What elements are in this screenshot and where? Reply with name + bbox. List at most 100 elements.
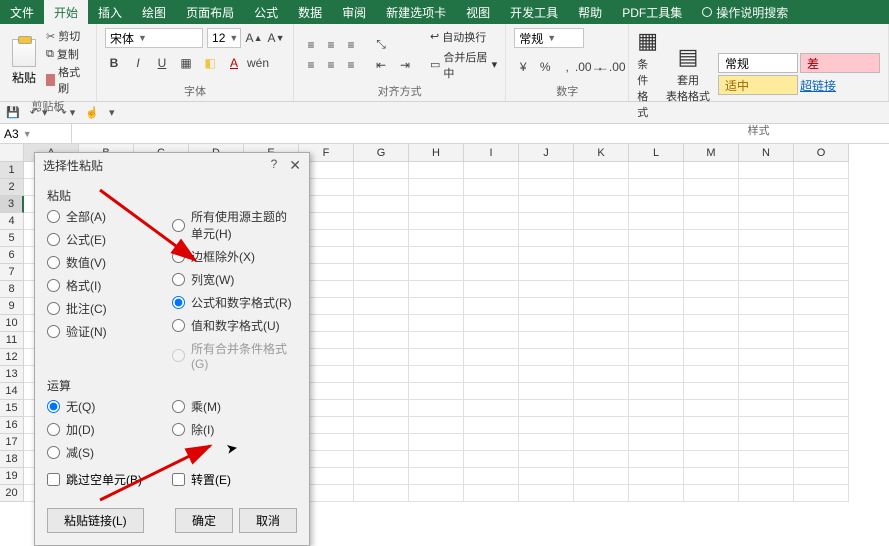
cell[interactable] bbox=[574, 349, 629, 366]
hyperlink-style[interactable]: 超链接 bbox=[800, 77, 836, 94]
font-name-combo[interactable]: 宋体▼ bbox=[105, 28, 203, 48]
cell[interactable] bbox=[354, 281, 409, 298]
radio-noborder[interactable]: 边框除外(X) bbox=[172, 248, 297, 265]
cell[interactable] bbox=[464, 383, 519, 400]
cell[interactable] bbox=[684, 298, 739, 315]
cell[interactable] bbox=[574, 434, 629, 451]
row-header[interactable]: 4 bbox=[0, 213, 24, 230]
cell[interactable] bbox=[519, 383, 574, 400]
radio-values[interactable]: 数值(V) bbox=[47, 254, 172, 271]
cell[interactable] bbox=[684, 451, 739, 468]
cell[interactable] bbox=[519, 434, 574, 451]
cell[interactable] bbox=[409, 298, 464, 315]
cell[interactable] bbox=[574, 264, 629, 281]
cell[interactable] bbox=[794, 196, 849, 213]
cell[interactable] bbox=[684, 247, 739, 264]
cell[interactable] bbox=[684, 434, 739, 451]
tab-review[interactable]: 审阅 bbox=[332, 0, 376, 24]
paste-button[interactable]: 粘贴 bbox=[8, 37, 40, 88]
cell[interactable] bbox=[464, 162, 519, 179]
radio-formats[interactable]: 格式(I) bbox=[47, 277, 172, 294]
cell[interactable] bbox=[629, 196, 684, 213]
cell[interactable] bbox=[464, 485, 519, 502]
cell[interactable] bbox=[629, 400, 684, 417]
column-header[interactable]: J bbox=[519, 144, 574, 162]
radio-formnum[interactable]: 公式和数字格式(R) bbox=[172, 294, 297, 311]
cell[interactable] bbox=[409, 162, 464, 179]
row-header[interactable]: 20 bbox=[0, 485, 24, 502]
cell[interactable] bbox=[684, 196, 739, 213]
cell[interactable] bbox=[684, 179, 739, 196]
cell[interactable] bbox=[739, 196, 794, 213]
cell[interactable] bbox=[684, 162, 739, 179]
cell[interactable] bbox=[684, 332, 739, 349]
row-header[interactable]: 15 bbox=[0, 400, 24, 417]
cell[interactable] bbox=[684, 383, 739, 400]
cell[interactable] bbox=[684, 485, 739, 502]
cell[interactable] bbox=[354, 230, 409, 247]
cell[interactable] bbox=[684, 281, 739, 298]
select-all-corner[interactable] bbox=[0, 144, 24, 162]
phonetic-button[interactable]: wén bbox=[249, 54, 267, 72]
style-ok[interactable]: 适中 bbox=[718, 75, 798, 95]
cell[interactable] bbox=[794, 179, 849, 196]
decrease-decimal-button[interactable]: ←.00 bbox=[602, 58, 620, 76]
merge-center-button[interactable]: ▭合并后居中 ▾ bbox=[430, 49, 497, 81]
cell[interactable] bbox=[354, 162, 409, 179]
cell[interactable] bbox=[354, 451, 409, 468]
cell[interactable] bbox=[794, 264, 849, 281]
cell[interactable] bbox=[464, 230, 519, 247]
cell[interactable] bbox=[739, 468, 794, 485]
row-header[interactable]: 7 bbox=[0, 264, 24, 281]
cell[interactable] bbox=[354, 315, 409, 332]
cell[interactable] bbox=[519, 162, 574, 179]
row-header[interactable]: 1 bbox=[0, 162, 24, 179]
cell[interactable] bbox=[354, 366, 409, 383]
cell[interactable] bbox=[574, 451, 629, 468]
cell[interactable] bbox=[629, 162, 684, 179]
row-header[interactable]: 13 bbox=[0, 366, 24, 383]
cell[interactable] bbox=[629, 264, 684, 281]
cell[interactable] bbox=[464, 468, 519, 485]
cell[interactable] bbox=[739, 230, 794, 247]
cell[interactable] bbox=[794, 383, 849, 400]
ok-button[interactable]: 确定 bbox=[175, 508, 233, 533]
cell[interactable] bbox=[519, 281, 574, 298]
tab-pdf[interactable]: PDF工具集 bbox=[612, 0, 692, 24]
cell[interactable] bbox=[739, 179, 794, 196]
comma-button[interactable]: , bbox=[558, 58, 576, 76]
column-header[interactable]: G bbox=[354, 144, 409, 162]
cell[interactable] bbox=[354, 332, 409, 349]
name-box[interactable]: A3 ▼ bbox=[0, 124, 72, 143]
cell[interactable] bbox=[409, 383, 464, 400]
dialog-titlebar[interactable]: 选择性粘贴 ? ✕ bbox=[35, 153, 309, 177]
tell-me[interactable]: 操作说明搜索 bbox=[702, 0, 788, 24]
cell[interactable] bbox=[794, 417, 849, 434]
format-painter-button[interactable]: 格式刷 bbox=[46, 64, 88, 96]
cell[interactable] bbox=[684, 349, 739, 366]
style-bad[interactable]: 差 bbox=[800, 53, 880, 73]
cell[interactable] bbox=[684, 468, 739, 485]
cell[interactable] bbox=[409, 468, 464, 485]
tab-help[interactable]: 帮助 bbox=[568, 0, 612, 24]
tab-draw[interactable]: 绘图 bbox=[132, 0, 176, 24]
cell[interactable] bbox=[794, 281, 849, 298]
cell[interactable] bbox=[794, 162, 849, 179]
cell[interactable] bbox=[409, 451, 464, 468]
cell[interactable] bbox=[464, 281, 519, 298]
cell[interactable] bbox=[684, 417, 739, 434]
cell[interactable] bbox=[354, 196, 409, 213]
cell[interactable] bbox=[354, 213, 409, 230]
radio-formulas[interactable]: 公式(E) bbox=[47, 231, 172, 248]
align-top-button[interactable]: ≡ bbox=[302, 36, 320, 54]
accounting-format-button[interactable]: ¥ bbox=[514, 58, 532, 76]
cell[interactable] bbox=[464, 298, 519, 315]
cell[interactable] bbox=[629, 366, 684, 383]
cell[interactable] bbox=[519, 230, 574, 247]
radio-none[interactable]: 无(Q) bbox=[47, 398, 172, 415]
cell[interactable] bbox=[519, 264, 574, 281]
cell[interactable] bbox=[739, 417, 794, 434]
percent-button[interactable]: % bbox=[536, 58, 554, 76]
cell[interactable] bbox=[464, 417, 519, 434]
cell[interactable] bbox=[409, 349, 464, 366]
